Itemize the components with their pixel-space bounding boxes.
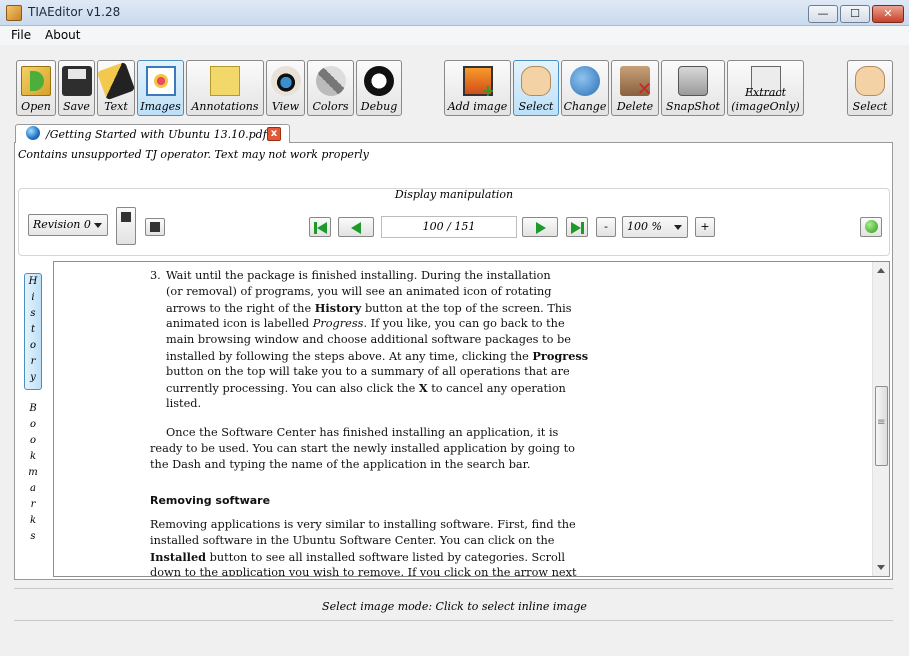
images-mode-button[interactable]: Images	[137, 60, 184, 116]
text-line: Installed button to see all installed so…	[150, 550, 566, 564]
open-folder-icon	[21, 66, 51, 96]
text-line: installed software in the Ubuntu Softwar…	[150, 534, 555, 547]
text-line: Wait until the package is finished insta…	[166, 269, 551, 282]
zoom-select[interactable]: 100 %	[622, 216, 688, 238]
revision-select[interactable]: Revision 0	[28, 214, 108, 236]
hand-icon	[521, 66, 551, 96]
hand-icon	[855, 66, 885, 96]
eye-icon	[270, 66, 301, 96]
save-revision-button[interactable]	[116, 207, 136, 245]
status-message: Select image mode: Click to select inlin…	[322, 600, 587, 613]
change-image-button[interactable]: Change	[561, 60, 609, 116]
chevron-down-icon	[94, 223, 102, 228]
debug-mode-button[interactable]: Debug	[356, 60, 402, 116]
snapshot-button[interactable]: SnapShot	[661, 60, 725, 116]
pdf-page-view[interactable]: 3. Wait until the package is finished in…	[53, 261, 890, 577]
globe-icon	[26, 126, 40, 140]
delete-image-button[interactable]: Delete	[611, 60, 659, 116]
text-line: button on the top will take you to a sum…	[166, 365, 570, 378]
save-button[interactable]: Save	[58, 60, 95, 116]
menu-about[interactable]: About	[45, 28, 80, 42]
help-icon	[865, 220, 878, 233]
menu-file[interactable]: File	[11, 28, 31, 42]
tab-document[interactable]: /Getting Started with Ubuntu 13.10.pdf x	[15, 124, 290, 143]
tab-label: /Getting Started with Ubuntu 13.10.pdf	[46, 128, 267, 141]
document-panel: Contains unsupported TJ operator. Text m…	[14, 143, 893, 580]
text-line: arrows to the right of the History butto…	[166, 301, 572, 315]
side-tab-strip: Hi st or y Bo ok ma rk s	[18, 261, 50, 577]
first-page-icon	[317, 222, 327, 234]
close-tab-icon[interactable]: x	[267, 127, 281, 141]
app-icon	[6, 5, 22, 21]
broom-delete-icon	[620, 66, 652, 100]
last-page-icon	[571, 222, 581, 234]
help-button[interactable]	[860, 217, 882, 237]
add-image-icon	[462, 66, 495, 100]
add-image-button[interactable]: Add image	[444, 60, 511, 116]
text-line: listed.	[166, 397, 202, 410]
picture-icon	[145, 66, 176, 96]
camera-icon	[678, 66, 708, 96]
text-line: the Dash and typing the name of the appl…	[150, 458, 531, 471]
floppy-small-icon	[150, 222, 160, 232]
section-heading: Removing software	[150, 494, 271, 507]
extract-image-only-button[interactable]: Extract (imageOnly)	[727, 60, 804, 116]
display-manipulation-title: Display manipulation	[394, 188, 514, 201]
scroll-down-arrow-icon[interactable]	[877, 565, 885, 570]
pencil-icon	[96, 61, 136, 101]
scroll-up-arrow-icon[interactable]	[877, 268, 885, 273]
status-divider	[14, 588, 893, 589]
next-page-button[interactable]	[522, 217, 558, 237]
colors-mode-button[interactable]: Colors	[307, 60, 354, 116]
next-page-icon	[536, 222, 546, 234]
zoom-out-button[interactable]: -	[596, 217, 616, 237]
list-number: 3.	[150, 269, 161, 282]
zoom-in-button[interactable]: +	[695, 217, 715, 237]
bottom-panel	[0, 621, 909, 656]
text-line: currently processing. You can also click…	[166, 381, 566, 395]
sticky-note-icon	[210, 66, 240, 96]
text-line: main browsing window and choose addition…	[166, 333, 571, 346]
side-tab-bookmarks[interactable]: Bo ok ma rk s	[24, 401, 42, 546]
first-page-button[interactable]	[309, 217, 331, 237]
alien-face-icon	[364, 66, 394, 96]
minimize-button[interactable]: —	[808, 5, 838, 23]
close-window-button[interactable]: ✕	[872, 5, 904, 23]
change-image-icon	[570, 66, 600, 96]
text-line: Removing applications is very similar to…	[150, 518, 576, 531]
wrench-icon	[315, 66, 346, 96]
text-line: down to the application you wish to remo…	[150, 566, 577, 577]
scroll-thumb[interactable]	[875, 386, 888, 466]
text-line: installed by following the steps above. …	[166, 349, 589, 363]
floppy-small-icon	[121, 212, 131, 222]
previous-page-icon	[351, 222, 361, 234]
maximize-button[interactable]: ☐	[840, 5, 870, 23]
text-line: (or removal) of programs, you will see a…	[166, 285, 552, 298]
text-line: animated icon is labelled Progress. If y…	[166, 317, 565, 330]
display-manipulation-group: Display manipulation Revision 0 100 / 15…	[18, 188, 890, 256]
view-mode-button[interactable]: View	[266, 60, 305, 116]
window-title: TIAEditor v1.28	[28, 5, 121, 19]
select-image-button[interactable]: Select	[513, 60, 559, 116]
text-line: ready to be used. You can start the newl…	[150, 442, 575, 455]
save-revision-alt-button[interactable]	[145, 218, 165, 236]
page-number-field[interactable]: 100 / 151	[381, 216, 517, 238]
select-button-right[interactable]: Select	[847, 60, 893, 116]
text-line: Once the Software Center has finished in…	[166, 426, 559, 439]
vertical-scrollbar[interactable]	[872, 262, 889, 576]
last-page-button[interactable]	[566, 217, 588, 237]
annotations-mode-button[interactable]: Annotations	[186, 60, 264, 116]
side-tab-history[interactable]: Hi st or y	[24, 273, 42, 390]
previous-page-button[interactable]	[338, 217, 374, 237]
menu-bar: File About	[0, 26, 909, 45]
open-button[interactable]: Open	[16, 60, 56, 116]
text-mode-button[interactable]: Text	[96, 60, 136, 116]
chevron-down-icon	[674, 225, 682, 230]
floppy-disk-icon	[61, 66, 92, 96]
warning-message: Contains unsupported TJ operator. Text m…	[18, 148, 369, 161]
title-bar: TIAEditor v1.28 — ☐ ✕	[0, 0, 909, 26]
